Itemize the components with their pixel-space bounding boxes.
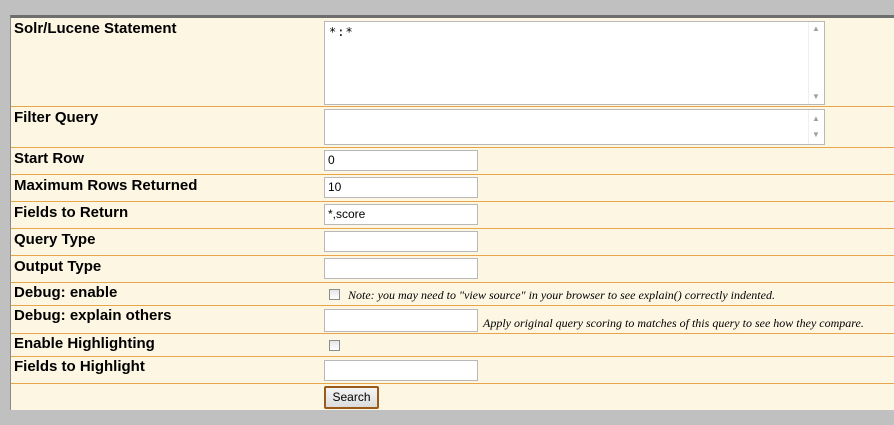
filter-query-textarea[interactable]: ▲ ▼ xyxy=(324,109,825,145)
row-output-type: Output Type xyxy=(11,256,894,283)
row-filter-query: Filter Query ▲ ▼ xyxy=(11,107,894,148)
scroll-up-icon[interactable]: ▲ xyxy=(812,115,820,123)
max-rows-label: Maximum Rows Returned xyxy=(14,177,198,194)
debug-enable-checkbox[interactable] xyxy=(329,289,340,300)
row-search: Search xyxy=(11,384,894,410)
highlighting-checkbox[interactable] xyxy=(329,340,340,351)
statement-value: *:* xyxy=(329,25,354,39)
debug-explain-note: Apply original query scoring to matches … xyxy=(483,316,864,330)
row-statement: Solr/Lucene Statement *:* ▲ ▼ xyxy=(11,18,894,107)
query-type-input[interactable] xyxy=(324,231,478,252)
highlighting-label: Enable Highlighting xyxy=(14,335,155,352)
scroll-down-icon[interactable]: ▼ xyxy=(812,93,820,101)
statement-scrollbar[interactable]: ▲ ▼ xyxy=(808,22,824,104)
fields-return-input[interactable]: *,score xyxy=(324,204,478,225)
fields-highlight-input[interactable] xyxy=(324,360,478,381)
debug-enable-label: Debug: enable xyxy=(14,284,118,301)
row-max-rows: Maximum Rows Returned 10 xyxy=(11,175,894,202)
row-query-type: Query Type xyxy=(11,229,894,256)
row-debug-explain: Debug: explain others Apply original que… xyxy=(11,306,894,334)
query-form: Solr/Lucene Statement *:* ▲ ▼ Filter Que… xyxy=(10,15,894,410)
row-fields-return: Fields to Return *,score xyxy=(11,202,894,229)
query-type-label: Query Type xyxy=(14,231,96,248)
fields-return-label: Fields to Return xyxy=(14,204,129,221)
row-debug-enable: Debug: enable Note: you may need to "vie… xyxy=(11,283,894,306)
row-start-row: Start Row 0 xyxy=(11,148,894,175)
filter-query-scrollbar[interactable]: ▲ ▼ xyxy=(808,110,824,144)
output-type-input[interactable] xyxy=(324,258,478,279)
row-fields-highlight: Fields to Highlight xyxy=(11,357,894,384)
filter-query-label: Filter Query xyxy=(14,109,99,126)
scroll-down-icon[interactable]: ▼ xyxy=(812,131,820,139)
debug-enable-note: Note: you may need to "view source" in y… xyxy=(348,288,775,302)
statement-label: Solr/Lucene Statement xyxy=(14,20,177,37)
search-button[interactable]: Search xyxy=(324,386,379,409)
start-row-label: Start Row xyxy=(14,150,85,167)
row-highlighting: Enable Highlighting xyxy=(11,334,894,357)
debug-explain-label: Debug: explain others xyxy=(14,307,172,324)
statement-textarea[interactable]: *:* ▲ ▼ xyxy=(324,21,825,105)
max-rows-input[interactable]: 10 xyxy=(324,177,478,198)
fields-highlight-label: Fields to Highlight xyxy=(14,358,145,375)
scroll-up-icon[interactable]: ▲ xyxy=(812,25,820,33)
start-row-input[interactable]: 0 xyxy=(324,150,478,171)
debug-explain-input[interactable] xyxy=(324,309,478,332)
output-type-label: Output Type xyxy=(14,258,102,275)
